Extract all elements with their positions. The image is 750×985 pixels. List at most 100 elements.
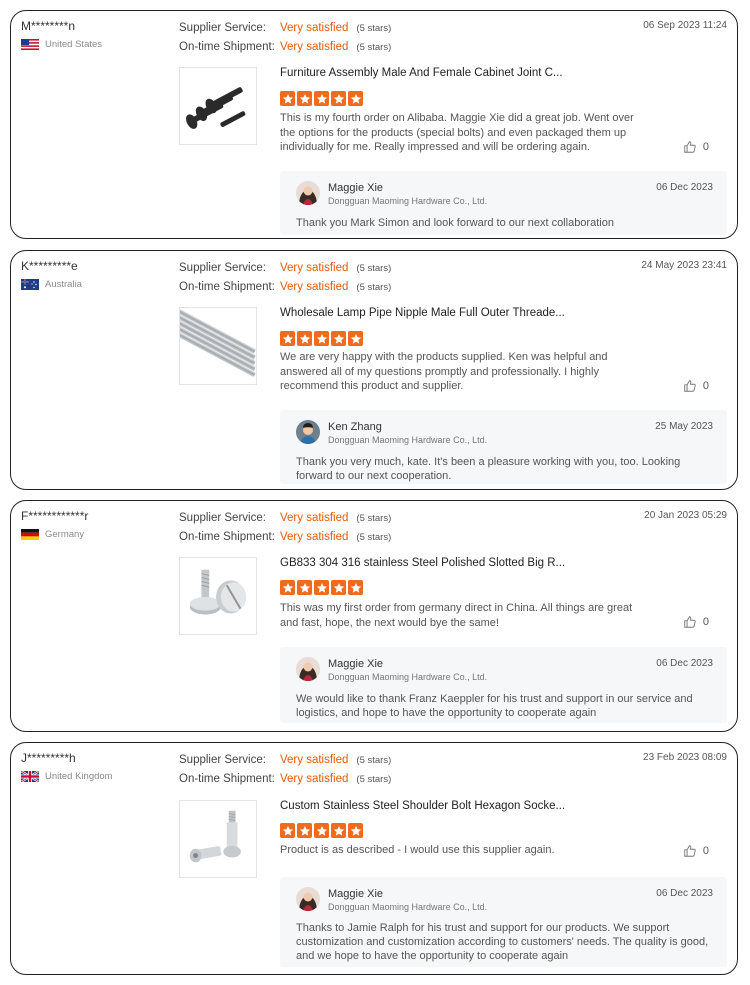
reply-company: Dongguan Maoming Hardware Co., Ltd. <box>328 196 488 206</box>
review-text: This was my first order from germany dir… <box>280 602 633 629</box>
star-icon <box>348 331 363 346</box>
product-thumbnail[interactable] <box>179 557 257 635</box>
supplier-service-value: Very satisfied <box>280 754 349 766</box>
supplier-service-stars: (5 stars) <box>356 513 392 524</box>
product-thumbnail[interactable] <box>179 800 257 878</box>
reply-text: We would like to thank Franz Kaeppler fo… <box>296 693 693 719</box>
thumbs-up-icon <box>684 141 696 153</box>
us-flag-icon <box>21 39 39 50</box>
supplier-service-stars: (5 stars) <box>356 263 392 274</box>
reply-text: Thanks to Jamie Ralph for his trust and … <box>296 922 709 962</box>
supplier-service-label: Supplier Service: <box>179 262 266 274</box>
rating-metrics: Supplier Service: Very satisfied (5 stars)… <box>179 259 391 297</box>
review-date: 06 Sep 2023 11:24 <box>643 20 727 31</box>
reply-company: Dongguan Maoming Hardware Co., Ltd. <box>328 435 488 445</box>
buyer-country: Australia <box>21 279 82 290</box>
star-icon <box>331 580 346 595</box>
like-count: 0 <box>702 141 709 153</box>
review-card: F************r Germany Supplier Service:… <box>10 500 738 732</box>
star-icon <box>297 331 312 346</box>
star-icon <box>348 91 363 106</box>
product-thumbnail[interactable] <box>179 67 257 145</box>
product-thumbnail[interactable] <box>179 307 257 385</box>
review-text: This is my fourth order on Alibaba. Magg… <box>280 112 634 153</box>
review-date: 20 Jan 2023 05:29 <box>644 510 727 521</box>
star-icon <box>348 580 363 595</box>
buyer-country: United States <box>21 39 102 50</box>
supplier-service-value: Very satisfied <box>280 22 349 34</box>
thumbs-up-icon <box>684 845 696 857</box>
reply-author: Maggie Xie <box>328 182 384 194</box>
avatar <box>296 657 320 681</box>
reply-date: 25 May 2023 <box>655 421 713 432</box>
supplier-service-value: Very satisfied <box>280 512 349 524</box>
star-icon <box>297 91 312 106</box>
reply-company: Dongguan Maoming Hardware Co., Ltd. <box>328 902 488 912</box>
shipment-stars: (5 stars) <box>356 282 392 293</box>
star-icon <box>314 580 329 595</box>
de-flag-icon <box>21 529 39 540</box>
review-text: Product is as described - I would use th… <box>280 844 555 856</box>
shipment-value: Very satisfied <box>280 531 349 543</box>
like-button[interactable]: 0 <box>683 140 709 154</box>
shipment-value: Very satisfied <box>280 41 349 53</box>
star-rating <box>280 580 363 595</box>
star-icon <box>314 823 329 838</box>
supplier-service-value: Very satisfied <box>280 262 349 274</box>
shipment-stars: (5 stars) <box>356 532 392 543</box>
reply-company: Dongguan Maoming Hardware Co., Ltd. <box>328 672 488 682</box>
au-flag-icon <box>21 279 39 290</box>
buyer-name: F************r <box>21 509 89 523</box>
like-count: 0 <box>702 380 709 392</box>
supplier-reply: Maggie Xie Dongguan Maoming Hardware Co.… <box>280 171 727 235</box>
shipment-value: Very satisfied <box>280 773 349 785</box>
reply-date: 06 Dec 2023 <box>656 182 713 193</box>
shipment-label: On-time Shipment: <box>179 531 275 543</box>
star-icon <box>280 331 295 346</box>
avatar <box>296 420 320 444</box>
star-icon <box>348 823 363 838</box>
star-icon <box>314 331 329 346</box>
shipment-value: Very satisfied <box>280 281 349 293</box>
star-icon <box>297 580 312 595</box>
review-date: 23 Feb 2023 08:09 <box>643 752 727 763</box>
star-rating <box>280 91 363 106</box>
buyer-name: K*********e <box>21 259 78 273</box>
star-icon <box>280 580 295 595</box>
review-date: 24 May 2023 23:41 <box>641 260 727 271</box>
like-button[interactable]: 0 <box>683 379 709 393</box>
product-title-link[interactable]: Wholesale Lamp Pipe Nipple Male Full Out… <box>280 307 565 319</box>
shipment-stars: (5 stars) <box>356 774 392 785</box>
star-rating <box>280 331 363 346</box>
shipment-label: On-time Shipment: <box>179 41 275 53</box>
thumbs-up-icon <box>684 380 696 392</box>
buyer-name: J*********h <box>21 751 76 765</box>
star-icon <box>331 823 346 838</box>
buyer-country: United Kingdom <box>21 771 113 782</box>
country-name: United States <box>45 39 103 50</box>
supplier-service-label: Supplier Service: <box>179 22 266 34</box>
review-card: J*********h United Kingdom Supplier Serv… <box>10 742 738 975</box>
like-button[interactable]: 0 <box>683 844 709 858</box>
shipment-stars: (5 stars) <box>356 42 392 53</box>
review-card: K*********e Australia Supplier Service: V… <box>10 250 738 490</box>
like-count: 0 <box>702 616 709 628</box>
steel-pipes-image <box>180 308 256 378</box>
star-icon <box>280 823 295 838</box>
country-name: United Kingdom <box>45 771 113 782</box>
thumbs-up-icon <box>684 616 696 628</box>
rating-metrics: Supplier Service: Very satisfied (5 stars)… <box>179 751 391 789</box>
shipment-label: On-time Shipment: <box>179 281 275 293</box>
rating-metrics: Supplier Service: Very satisfied (5 stars)… <box>179 509 391 547</box>
country-name: Australia <box>45 279 82 290</box>
product-title-link[interactable]: Custom Stainless Steel Shoulder Bolt Hex… <box>280 800 565 812</box>
star-rating <box>280 823 363 838</box>
star-icon <box>314 91 329 106</box>
reply-text: Thank you very much, kate. It's been a p… <box>296 456 681 482</box>
supplier-service-stars: (5 stars) <box>356 755 392 766</box>
product-title-link[interactable]: Furniture Assembly Male And Female Cabin… <box>280 67 563 79</box>
like-button[interactable]: 0 <box>683 615 709 629</box>
product-title-link[interactable]: GB833 304 316 stainless Steel Polished S… <box>280 557 565 569</box>
shipment-label: On-time Shipment: <box>179 773 275 785</box>
like-count: 0 <box>702 845 709 857</box>
